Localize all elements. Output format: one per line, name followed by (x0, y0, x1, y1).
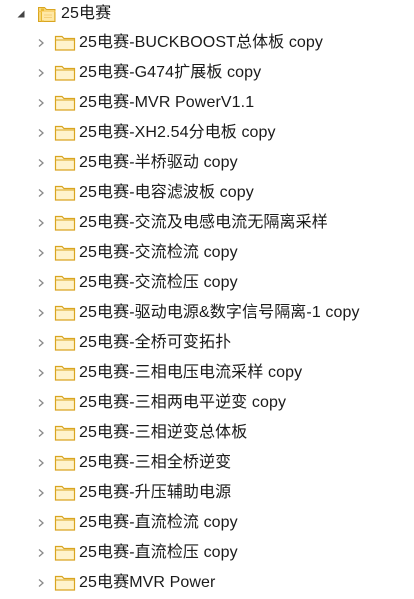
folder-icon (53, 453, 77, 473)
tree-child-label: 25电赛-三相电压电流采样 copy (79, 364, 303, 381)
tree-child-item[interactable]: 25电赛MVR Power (0, 568, 215, 598)
tree-child-label: 25电赛-驱动电源&数字信号隔离-1 copy (79, 304, 360, 321)
chevron-right-icon[interactable] (33, 155, 49, 171)
tree-child-item[interactable]: 25电赛-三相逆变总体板 (0, 418, 247, 448)
chevron-right-icon[interactable] (33, 485, 49, 501)
tree-child-item[interactable]: 25电赛-半桥驱动 copy (0, 148, 238, 178)
chevron-right-icon[interactable] (33, 365, 49, 381)
tree-child-item[interactable]: 25电赛-直流检流 copy (0, 508, 238, 538)
tree-child-item[interactable]: 25电赛-G474扩展板 copy (0, 58, 261, 88)
tree-child-label: 25电赛-交流及电感电流无隔离采样 (79, 214, 328, 231)
tree-child-label: 25电赛-G474扩展板 copy (79, 64, 262, 81)
folder-icon (53, 333, 77, 353)
tree-child-label: 25电赛-直流检压 copy (79, 544, 238, 561)
chevron-right-icon[interactable] (33, 575, 49, 591)
expanded-arrow-icon[interactable] (13, 6, 29, 22)
tree-child-label: 25电赛-全桥可变拓扑 (79, 334, 232, 351)
folder-icon (53, 123, 77, 143)
chevron-right-icon[interactable] (33, 245, 49, 261)
chevron-right-icon[interactable] (33, 125, 49, 141)
tree-child-label: 25电赛-BUCKBOOST总体板 copy (79, 34, 324, 51)
chevron-right-icon[interactable] (33, 185, 49, 201)
chevron-right-icon[interactable] (33, 95, 49, 111)
tree-child-item[interactable]: 25电赛-交流及电感电流无隔离采样 (0, 208, 328, 238)
tree-child-label: 25电赛MVR Power (79, 574, 216, 591)
tree-child-label: 25电赛-半桥驱动 copy (79, 154, 238, 171)
chevron-right-icon[interactable] (33, 335, 49, 351)
folder-icon (53, 243, 77, 263)
tree-child-item[interactable]: 25电赛-XH2.54分电板 copy (0, 118, 276, 148)
folder-icon (53, 93, 77, 113)
folder-icon (53, 543, 77, 563)
tree-child-item[interactable]: 25电赛-直流检压 copy (0, 538, 238, 568)
tree-root-item[interactable]: 25电赛 (0, 0, 111, 28)
tree-child-label: 25电赛-XH2.54分电板 copy (79, 124, 276, 141)
chevron-right-icon[interactable] (33, 65, 49, 81)
tree-root-label: 25电赛 (61, 5, 112, 22)
chevron-right-icon[interactable] (33, 425, 49, 441)
folder-icon (53, 573, 77, 593)
tree-child-label: 25电赛-三相两电平逆变 copy (79, 394, 287, 411)
folder-icon (53, 513, 77, 533)
folder-icon (53, 363, 77, 383)
folder-icon (53, 153, 77, 173)
tree-child-label: 25电赛-MVR PowerV1.1 (79, 94, 255, 111)
folder-icon (53, 303, 77, 323)
chevron-right-icon[interactable] (33, 35, 49, 51)
tree-child-item[interactable]: 25电赛-全桥可变拓扑 (0, 328, 231, 358)
folder-icon (53, 213, 77, 233)
tree-child-item[interactable]: 25电赛-升压辅助电源 (0, 478, 231, 508)
folder-tree: 25电赛 25电赛-BUCKBOOST总体板 copy 25电赛-G474扩展板 … (0, 0, 414, 599)
chevron-right-icon[interactable] (33, 515, 49, 531)
folder-icon (53, 273, 77, 293)
folder-open-icon (36, 4, 60, 24)
chevron-right-icon[interactable] (33, 275, 49, 291)
tree-child-item[interactable]: 25电赛-电容滤波板 copy (0, 178, 254, 208)
folder-icon (53, 483, 77, 503)
folder-icon (53, 183, 77, 203)
chevron-right-icon[interactable] (33, 305, 49, 321)
chevron-right-icon[interactable] (33, 545, 49, 561)
chevron-right-icon[interactable] (33, 395, 49, 411)
chevron-right-icon[interactable] (33, 455, 49, 471)
tree-child-label: 25电赛-交流检压 copy (79, 274, 238, 291)
chevron-right-icon[interactable] (33, 215, 49, 231)
tree-child-label: 25电赛-三相逆变总体板 (79, 424, 248, 441)
tree-child-item[interactable]: 25电赛-三相两电平逆变 copy (0, 388, 286, 418)
tree-child-item[interactable]: 25电赛-交流检流 copy (0, 238, 238, 268)
tree-child-item[interactable]: 25电赛-MVR PowerV1.1 (0, 88, 254, 118)
tree-child-item[interactable]: 25电赛-BUCKBOOST总体板 copy (0, 28, 323, 58)
tree-child-label: 25电赛-三相全桥逆变 (79, 454, 232, 471)
tree-child-item[interactable]: 25电赛-三相电压电流采样 copy (0, 358, 302, 388)
folder-icon (53, 393, 77, 413)
tree-child-label: 25电赛-直流检流 copy (79, 514, 238, 531)
tree-child-item[interactable]: 25电赛-三相全桥逆变 (0, 448, 231, 478)
folder-icon (53, 423, 77, 443)
folder-icon (53, 63, 77, 83)
folder-icon (53, 33, 77, 53)
tree-child-label: 25电赛-电容滤波板 copy (79, 184, 254, 201)
tree-child-item[interactable]: 25电赛-交流检压 copy (0, 268, 238, 298)
tree-child-label: 25电赛-交流检流 copy (79, 244, 238, 261)
tree-child-label: 25电赛-升压辅助电源 (79, 484, 232, 501)
tree-child-item[interactable]: 25电赛-驱动电源&数字信号隔离-1 copy (0, 298, 360, 328)
